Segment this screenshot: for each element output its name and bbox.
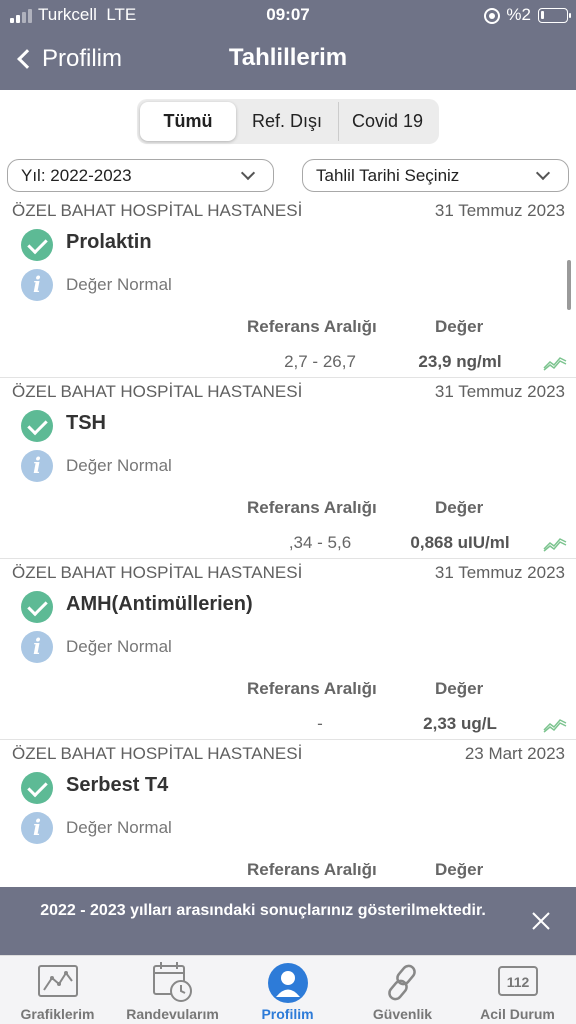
tab-label: Acil Durum — [480, 1006, 555, 1022]
hospital-name: ÖZEL BAHAT HOSPİTAL HASTANESİ — [12, 382, 303, 401]
calendar-clock-icon — [153, 962, 192, 1002]
reference-label: Referans Aralığı — [247, 860, 377, 879]
check-icon — [21, 229, 53, 261]
check-icon — [21, 591, 53, 623]
chevron-down-icon — [240, 165, 256, 181]
result-status: Değer Normal — [66, 818, 172, 837]
battery-percent: %2 — [506, 5, 531, 24]
profile-icon — [268, 963, 308, 1003]
info-icon: i — [21, 812, 53, 844]
hospital-name: ÖZEL BAHAT HOSPİTAL HASTANESİ — [12, 744, 303, 763]
reference-label: Referans Aralığı — [247, 679, 377, 698]
test-name: Serbest T4 — [66, 774, 169, 796]
test-name: AMH(Antimüllerien) — [66, 593, 253, 615]
tab-label: Profilim — [261, 1006, 314, 1022]
tab-emergency[interactable]: 112 Acil Durum — [460, 956, 575, 1024]
tab-label: Güvenlik — [372, 1006, 433, 1022]
battery-icon — [538, 8, 571, 23]
chevron-down-icon — [535, 165, 551, 181]
emergency-112-icon: 112 — [498, 966, 538, 996]
result-card[interactable]: ÖZEL BAHAT HOSPİTAL HASTANESİ 31 Temmuz … — [0, 378, 576, 559]
trend-chart-icon[interactable] — [543, 713, 567, 733]
chart-icon — [38, 965, 78, 997]
result-card[interactable]: ÖZEL BAHAT HOSPİTAL HASTANESİ 31 Temmuz … — [0, 559, 576, 740]
test-name: Prolaktin — [66, 231, 152, 253]
tab-charts[interactable]: Grafiklerim — [0, 956, 115, 1024]
tab-bar: Grafiklerim Randevularım Profilim Güvenl… — [0, 955, 576, 1024]
emergency-badge-text: 112 — [507, 974, 530, 990]
info-icon: i — [21, 450, 53, 482]
result-date: 23 Mart 2023 — [464, 744, 565, 763]
segment-control: Tümü Ref. Dışı Covid 19 — [137, 99, 439, 144]
date-dropdown-placeholder: Tahlil Tarihi Seçiniz — [316, 165, 460, 185]
result-card[interactable]: ÖZEL BAHAT HOSPİTAL HASTANESİ 31 Temmuz … — [0, 197, 576, 378]
scrollbar[interactable] — [567, 260, 571, 310]
tab-appointments[interactable]: Randevularım — [115, 956, 230, 1024]
year-dropdown-value: Yıl: 2022-2023 — [21, 165, 132, 185]
result-value: 0,868 uIU/ml — [410, 533, 510, 552]
tab-security[interactable]: Güvenlik — [345, 956, 460, 1024]
trend-chart-icon[interactable] — [543, 351, 567, 371]
orientation-lock-icon — [484, 8, 500, 24]
info-icon: i — [21, 631, 53, 663]
reference-label: Referans Aralığı — [247, 498, 377, 517]
segment-covid[interactable]: Covid 19 — [338, 102, 436, 141]
value-label: Değer — [435, 679, 484, 698]
test-name: TSH — [66, 412, 106, 434]
banner-message: 2022 - 2023 yılları arasındaki sonuçları… — [40, 902, 486, 919]
segment-out-of-range[interactable]: Ref. Dışı — [236, 102, 338, 141]
year-dropdown[interactable]: Yıl: 2022-2023 — [7, 159, 274, 192]
hospital-name: ÖZEL BAHAT HOSPİTAL HASTANESİ — [12, 563, 303, 582]
reference-label: Referans Aralığı — [247, 317, 377, 336]
result-date: 31 Temmuz 2023 — [434, 382, 565, 401]
date-dropdown[interactable]: Tahlil Tarihi Seçiniz — [302, 159, 569, 192]
result-status: Değer Normal — [66, 637, 172, 656]
trend-chart-icon[interactable] — [543, 532, 567, 552]
status-bar: Turkcell LTE 09:07 %2 — [0, 0, 576, 32]
hospital-name: ÖZEL BAHAT HOSPİTAL HASTANESİ — [12, 201, 303, 220]
result-status: Değer Normal — [66, 275, 172, 294]
link-icon — [388, 964, 416, 1001]
result-date: 31 Temmuz 2023 — [434, 201, 565, 220]
value-label: Değer — [435, 498, 484, 517]
result-value: 23,9 ng/ml — [418, 352, 502, 371]
tab-label: Grafiklerim — [20, 1006, 95, 1022]
close-icon[interactable] — [530, 910, 552, 932]
header: Turkcell LTE 09:07 %2 Profilim Tahliller… — [0, 0, 576, 90]
value-label: Değer — [435, 317, 484, 336]
tab-label: Randevularım — [126, 1006, 219, 1022]
value-label: Değer — [435, 860, 484, 879]
tab-profile[interactable]: Profilim — [230, 956, 345, 1024]
segment-all[interactable]: Tümü — [140, 102, 236, 141]
info-banner: 2022 - 2023 yılları arasındaki sonuçları… — [0, 887, 576, 955]
info-icon: i — [21, 269, 53, 301]
check-icon — [21, 772, 53, 804]
check-icon — [21, 410, 53, 442]
result-status: Değer Normal — [66, 456, 172, 475]
result-date: 31 Temmuz 2023 — [434, 563, 565, 582]
result-value: 2,33 ug/L — [423, 714, 497, 733]
page-title: Tahlillerim — [228, 44, 348, 71]
